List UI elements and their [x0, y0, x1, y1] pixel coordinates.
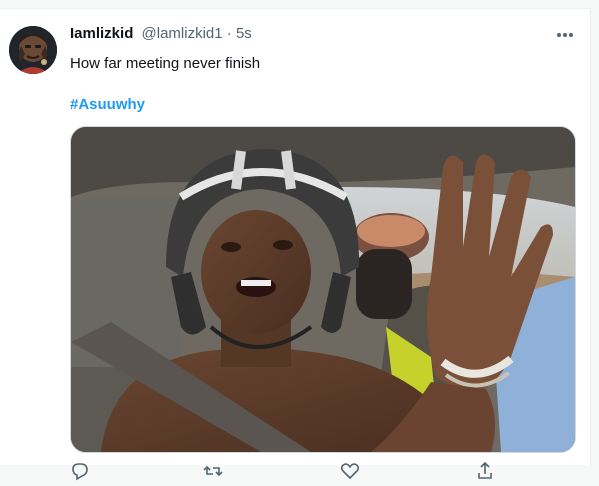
more-button[interactable] — [553, 25, 577, 45]
like-button[interactable] — [340, 461, 360, 481]
share-button[interactable] — [475, 461, 495, 481]
display-name[interactable]: Iamlizkid — [70, 25, 133, 42]
tweet-card[interactable]: Iamlizkid @lamlizkid1 · 5s How far meeti… — [0, 8, 591, 481]
reply-button[interactable] — [70, 461, 90, 481]
tweet-header: Iamlizkid @lamlizkid1 · 5s — [70, 24, 252, 44]
tweet-text: How far meeting never finish — [70, 55, 261, 72]
retweet-button[interactable] — [203, 461, 223, 481]
more-icon — [557, 33, 573, 37]
timestamp[interactable]: 5s — [236, 25, 252, 42]
retweet-icon — [203, 465, 223, 477]
user-handle[interactable]: @lamlizkid1 — [142, 25, 223, 42]
tweet-media[interactable] — [70, 126, 576, 453]
tweet-actions — [70, 461, 510, 481]
like-icon — [340, 463, 360, 480]
share-icon — [478, 461, 492, 479]
avatar-image — [9, 26, 57, 74]
media-image — [71, 127, 575, 452]
reply-icon — [72, 463, 88, 481]
avatar[interactable] — [9, 26, 57, 74]
separator-dot: · — [226, 25, 232, 42]
hashtag-link[interactable]: #Asuuwhy — [70, 95, 145, 115]
